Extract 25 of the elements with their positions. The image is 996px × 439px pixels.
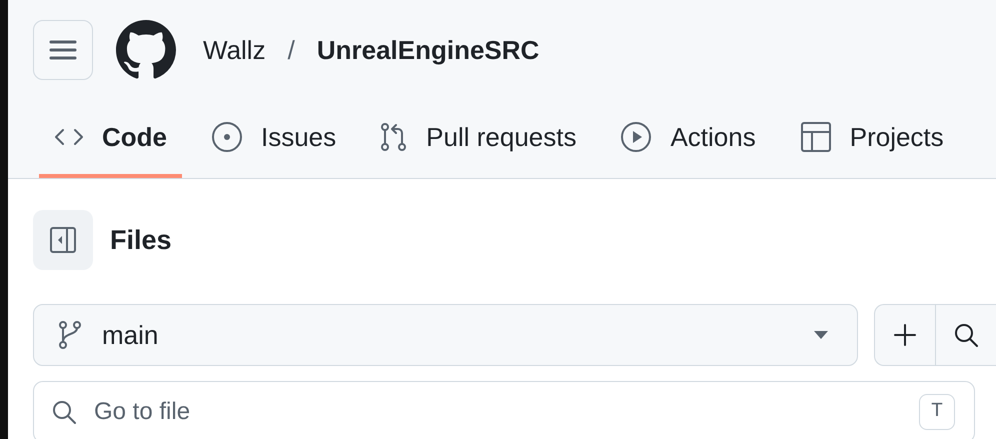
shortcut-key: T <box>919 394 955 430</box>
pull-request-icon <box>380 122 408 152</box>
sidebar-toggle-button[interactable] <box>33 210 93 270</box>
repo-link[interactable]: UnrealEngineSRC <box>316 30 540 70</box>
nav-tab[interactable]: Actions <box>605 100 771 178</box>
nav-tab[interactable]: Issues <box>196 100 352 178</box>
cat-logo-icon[interactable] <box>116 20 176 80</box>
nav-tab[interactable]: Pull requests <box>365 100 592 178</box>
search-icon <box>953 322 979 348</box>
caret-icon <box>813 330 829 340</box>
owner-link[interactable]: Wallz <box>199 30 266 70</box>
table-icon <box>800 121 832 153</box>
path-separator: / <box>288 34 295 66</box>
branch-selector[interactable]: main <box>33 304 858 366</box>
nav-tab[interactable]: Projects <box>784 100 959 178</box>
plus-icon <box>893 323 917 347</box>
files-heading: Files <box>110 224 172 257</box>
menu-button[interactable] <box>33 20 93 80</box>
play-icon <box>620 121 652 153</box>
branch-icon <box>58 320 82 350</box>
search-icon <box>51 399 77 425</box>
nav-tab[interactable]: Code <box>39 100 182 178</box>
menu-icon <box>49 39 77 61</box>
panel-icon <box>48 225 78 255</box>
circle-dot-icon <box>211 121 243 153</box>
